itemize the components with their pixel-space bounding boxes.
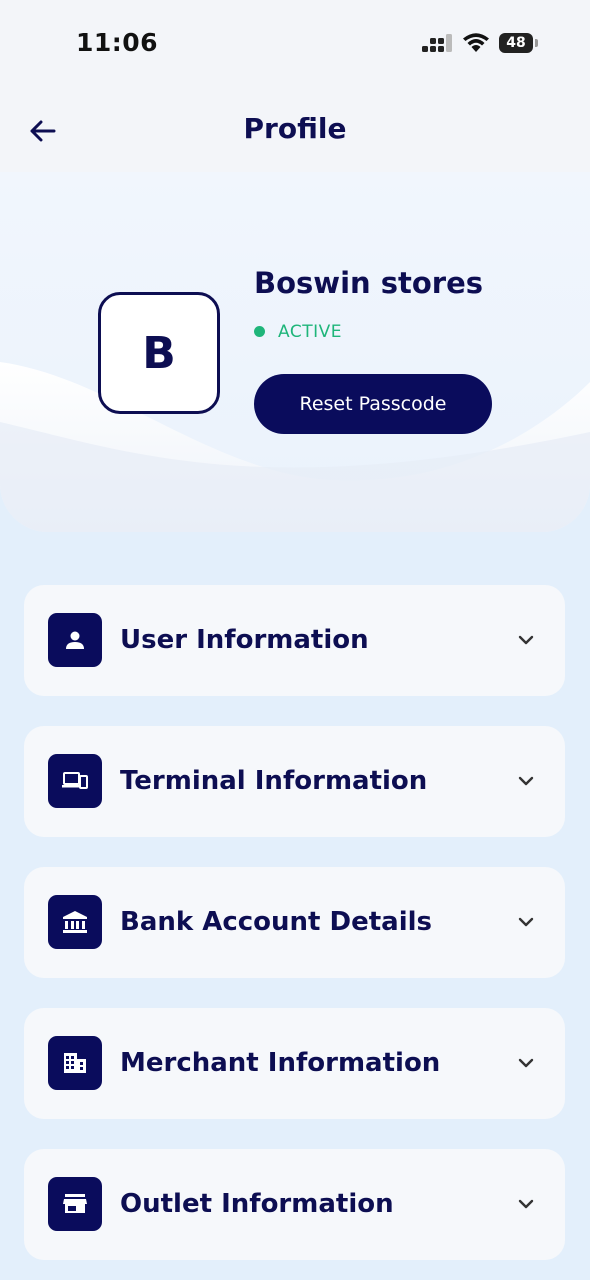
- section-label: Bank Account Details: [120, 907, 433, 937]
- building-icon: [48, 1036, 102, 1090]
- status-dot: [254, 326, 265, 337]
- store-icon: [48, 1177, 102, 1231]
- battery-tip: [535, 39, 538, 47]
- store-name: Boswin stores: [254, 266, 484, 300]
- page-title: Profile: [243, 112, 347, 145]
- section-label: Merchant Information: [120, 1048, 441, 1078]
- nav-bar: Profile: [0, 88, 590, 172]
- chevron-down-icon: [518, 1199, 534, 1209]
- chevron-down-icon: [518, 776, 534, 786]
- wifi-icon: [463, 33, 489, 52]
- battery-icon: 48: [499, 33, 533, 53]
- section-user-information[interactable]: User Information: [24, 585, 565, 696]
- section-label: Terminal Information: [120, 766, 428, 796]
- section-label: Outlet Information: [120, 1189, 394, 1219]
- devices-icon: [48, 754, 102, 808]
- section-merchant-information[interactable]: Merchant Information: [24, 1008, 565, 1119]
- chevron-down-icon: [518, 635, 534, 645]
- section-label: User Information: [120, 625, 369, 655]
- status-time: 11:06: [76, 28, 159, 57]
- reset-passcode-button[interactable]: Reset Passcode: [254, 374, 492, 434]
- bank-icon: [48, 895, 102, 949]
- avatar: B: [98, 292, 220, 414]
- signal-icon: [422, 34, 452, 52]
- status-badge: ACTIVE: [278, 322, 342, 342]
- header-wave-background: [0, 172, 590, 532]
- section-terminal-information[interactable]: Terminal Information: [24, 726, 565, 837]
- status-bar: 11:06 48: [0, 0, 590, 88]
- section-bank-account-details[interactable]: Bank Account Details: [24, 867, 565, 978]
- chevron-down-icon: [518, 917, 534, 927]
- profile-header-card: B Boswin stores ACTIVE Reset Passcode: [0, 172, 590, 532]
- person-icon: [48, 613, 102, 667]
- chevron-down-icon: [518, 1058, 534, 1068]
- section-outlet-information[interactable]: Outlet Information: [24, 1149, 565, 1260]
